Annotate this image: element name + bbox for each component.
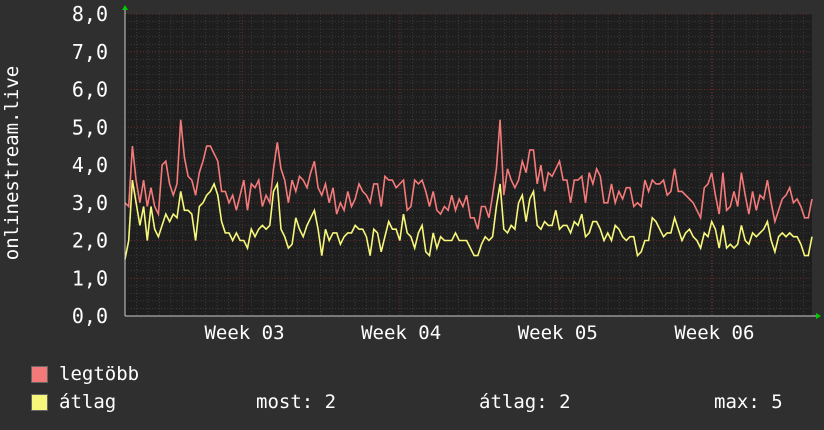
y-tick-label: 1,0 [72,266,108,290]
legend-label-avg: átlag [59,391,117,413]
y-axis-label-container: onlinestream.live [0,0,26,340]
y-tick-label: 5,0 [72,115,108,139]
stat-current: most: 2 [256,391,336,413]
y-tick-label: 3,0 [72,191,108,215]
legend-item-max: legtöbb [31,363,811,385]
stat-average-label: átlag: [479,391,548,413]
legend-label-max: legtöbb [59,363,140,385]
y-axis-arrow-icon [122,5,128,10]
stat-maximum-label: max: [714,391,760,413]
x-tick-label: Week 05 [518,322,598,344]
y-tick-label: 8,0 [72,2,108,26]
y-tick-label: 0,0 [72,304,108,328]
stat-maximum: max: 5 [714,391,783,413]
stat-average: átlag: 2 [479,391,571,413]
y-tick-label: 6,0 [72,78,108,102]
y-tick-label: 2,0 [72,229,108,253]
legend-swatch-avg [31,394,48,411]
stat-current-label: most: [256,391,314,413]
stat-average-value: 2 [559,391,571,413]
y-axis-ticks: 0,0 1,0 2,0 3,0 4,0 5,0 6,0 7,0 8,0 [72,2,108,328]
y-tick-label: 4,0 [72,153,108,177]
x-axis-arrow-icon [816,313,821,319]
x-tick-label: Week 04 [361,322,441,344]
y-axis-label: onlinestream.live [1,65,23,261]
stat-current-value: 2 [324,391,337,413]
legend-swatch-max [31,366,48,383]
stat-maximum-value: 5 [771,391,783,413]
x-tick-label: Week 06 [674,322,754,344]
x-tick-label: Week 03 [204,322,284,344]
legend-item-avg: átlag most: 2 átlag: 2 max: 5 [31,391,811,413]
x-axis-ticks: Week 03 Week 04 Week 05 Week 06 [204,322,754,344]
y-tick-label: 7,0 [72,40,108,64]
